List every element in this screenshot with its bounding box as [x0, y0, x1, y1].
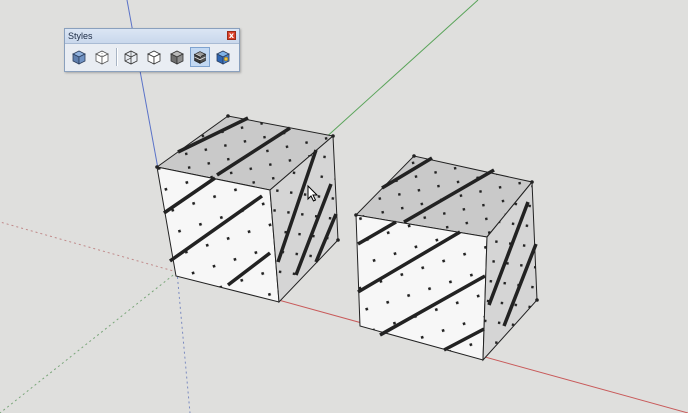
- xray-style-button[interactable]: [69, 47, 89, 67]
- close-icon[interactable]: x: [227, 31, 236, 40]
- green-axis-negative: [0, 271, 178, 413]
- back-edges-style-button[interactable]: [92, 47, 112, 67]
- blue-axis-negative: [176, 271, 191, 413]
- hidden-line-style-button[interactable]: [144, 47, 164, 67]
- model-viewport[interactable]: Styles x: [0, 0, 688, 413]
- red-axis-negative: [0, 221, 178, 273]
- monochrome-icon: [216, 50, 230, 65]
- shaded-textures-icon: [193, 51, 207, 64]
- wireframe-icon: [124, 50, 138, 65]
- toolbar-separator: [116, 48, 118, 66]
- styles-toolbar-titlebar[interactable]: Styles x: [65, 29, 239, 44]
- back-edges-icon: [95, 50, 109, 65]
- shaded-icon: [170, 50, 184, 65]
- wireframe-style-button[interactable]: [121, 47, 141, 67]
- toolbar-title: Styles: [68, 31, 93, 41]
- cube-left[interactable]: [155, 114, 340, 304]
- styles-toolbar: Styles x: [64, 28, 240, 72]
- hidden-line-icon: [147, 50, 161, 65]
- shaded-with-textures-style-button[interactable]: [190, 47, 210, 67]
- monochrome-style-button[interactable]: [213, 47, 233, 67]
- cube-right[interactable]: [354, 154, 539, 362]
- xray-icon: [72, 50, 86, 65]
- styles-toolbar-body: [65, 44, 239, 71]
- shaded-style-button[interactable]: [167, 47, 187, 67]
